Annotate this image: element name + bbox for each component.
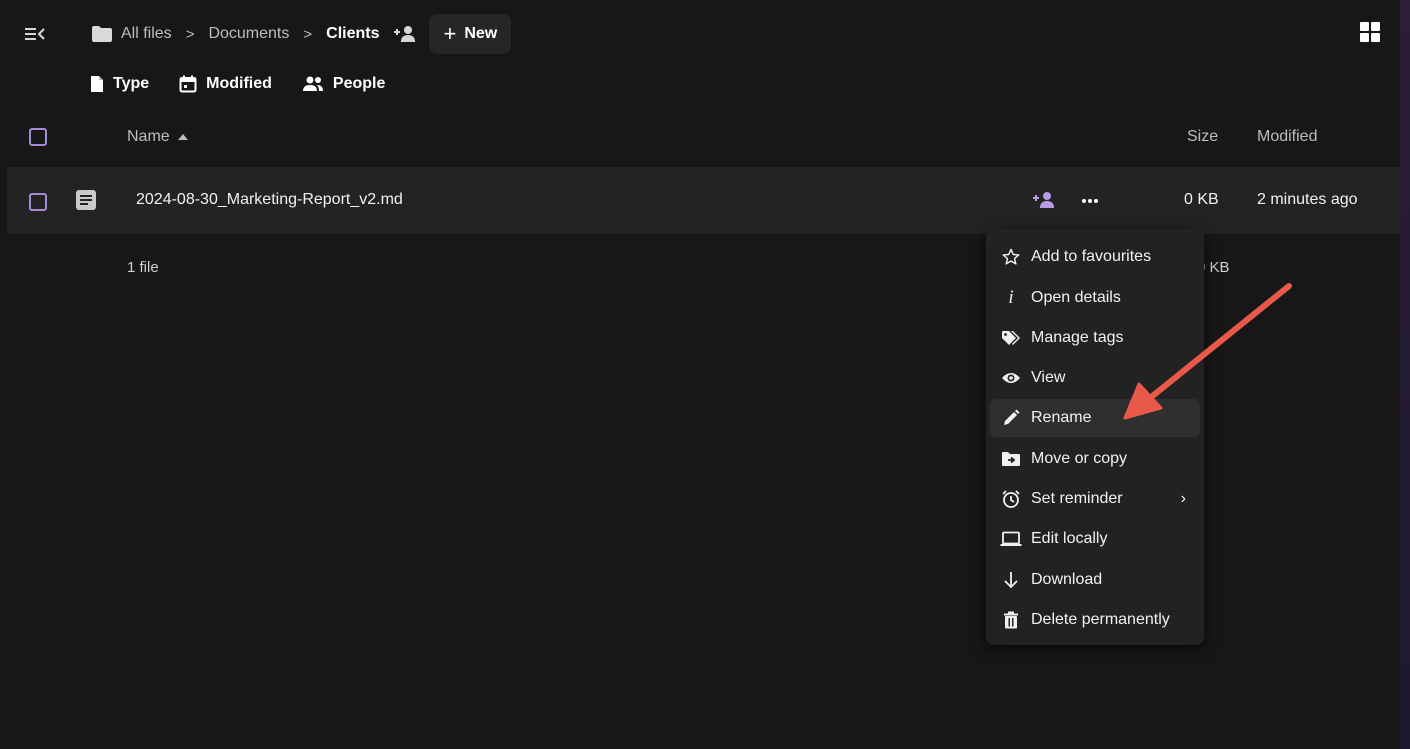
table-row[interactable]: 2024-08-30_Marketing-Report_v2.md 0 KB 2… [7,167,1400,234]
file-name[interactable]: 2024-08-30_Marketing-Report_v2.md [136,191,403,209]
filter-bar: Type Modified People [90,72,385,96]
filter-type[interactable]: Type [90,75,149,93]
alarm-icon [1000,489,1022,509]
select-all-checkbox[interactable] [29,128,47,146]
pencil-icon [1000,408,1022,428]
menu-item-label: Delete permanently [1031,611,1170,628]
menu-item-download[interactable]: Download [990,561,1200,599]
row-checkbox[interactable] [29,193,47,211]
folder-icon [92,26,112,42]
breadcrumb-label: Documents [208,25,290,42]
column-modified-header[interactable]: Modified [1257,128,1317,146]
trash-icon [1000,610,1022,630]
breadcrumb-documents[interactable]: Documents [208,25,289,43]
table-header: Name Size Modified [7,112,1400,160]
file-size: 0 KB [1184,191,1219,208]
file-modified: 2 minutes ago [1257,191,1358,208]
new-button-label: New [464,25,498,42]
column-name-label: Name [127,128,170,145]
column-name-header[interactable]: Name [127,128,188,146]
annotation-arrow-icon [1123,283,1292,420]
arrow-down-icon [1000,570,1022,590]
tags-icon [1000,328,1022,348]
menu-item-label: Download [1031,571,1103,588]
breadcrumb-label: All files [121,25,172,42]
menu-item-move-or-copy[interactable]: Move or copy [990,440,1200,478]
share-icon[interactable] [1032,190,1056,210]
plus-icon: + [443,21,457,46]
eye-icon [1000,368,1022,388]
menu-item-edit-locally[interactable]: Edit locally [990,520,1200,558]
menu-item-label: Set reminder [1031,490,1123,507]
menu-item-add-to-favourites[interactable]: Add to favourites [990,238,1200,276]
laptop-icon [1000,529,1022,549]
menu-item-label: Move or copy [1031,450,1128,467]
filter-label: People [332,75,386,92]
menu-item-set-reminder[interactable]: Set reminder › [990,480,1200,518]
breadcrumb-label: Clients [326,25,380,42]
share-folder-icon[interactable] [393,24,417,44]
folder-move-icon [1000,449,1022,469]
document-file-icon [75,189,97,216]
menu-item-label: Edit locally [1031,530,1108,547]
breadcrumb-separator-icon: > [185,25,195,43]
chevron-right-icon: › [1180,490,1186,507]
star-outline-icon [1000,247,1022,267]
menu-item-label: Add to favourites [1031,248,1152,265]
breadcrumb-clients[interactable]: Clients [326,25,379,43]
filter-people[interactable]: People [302,75,385,93]
filter-label: Modified [206,75,272,92]
files-app: All files > Documents > Clients + New Ty… [7,0,1400,749]
column-size-header[interactable]: Size [1187,128,1218,146]
files-summary-count: 1 file [127,259,159,276]
header-toolbar: All files > Documents > Clients + New [7,0,1400,68]
sort-ascending-icon [177,134,188,140]
calendar-icon [179,75,197,93]
menu-item-label: Rename [1031,409,1092,426]
grid-view-icon[interactable] [1360,22,1380,42]
filter-label: Type [113,75,150,92]
breadcrumb-all-files[interactable]: All files [91,25,172,43]
filter-modified[interactable]: Modified [179,75,272,93]
info-icon: i [1008,287,1014,308]
new-button[interactable]: + New [429,14,512,54]
window-edge [1400,0,1410,749]
navigation-toggle-icon[interactable] [25,26,47,42]
people-icon [302,76,323,91]
breadcrumb: All files > Documents > Clients + New [91,14,512,54]
more-actions-icon[interactable] [1080,191,1100,209]
file-type-icon [91,76,103,92]
menu-item-label: View [1031,369,1066,386]
breadcrumb-separator-icon: > [303,25,313,43]
menu-item-delete-permanently[interactable]: Delete permanently [990,601,1200,639]
